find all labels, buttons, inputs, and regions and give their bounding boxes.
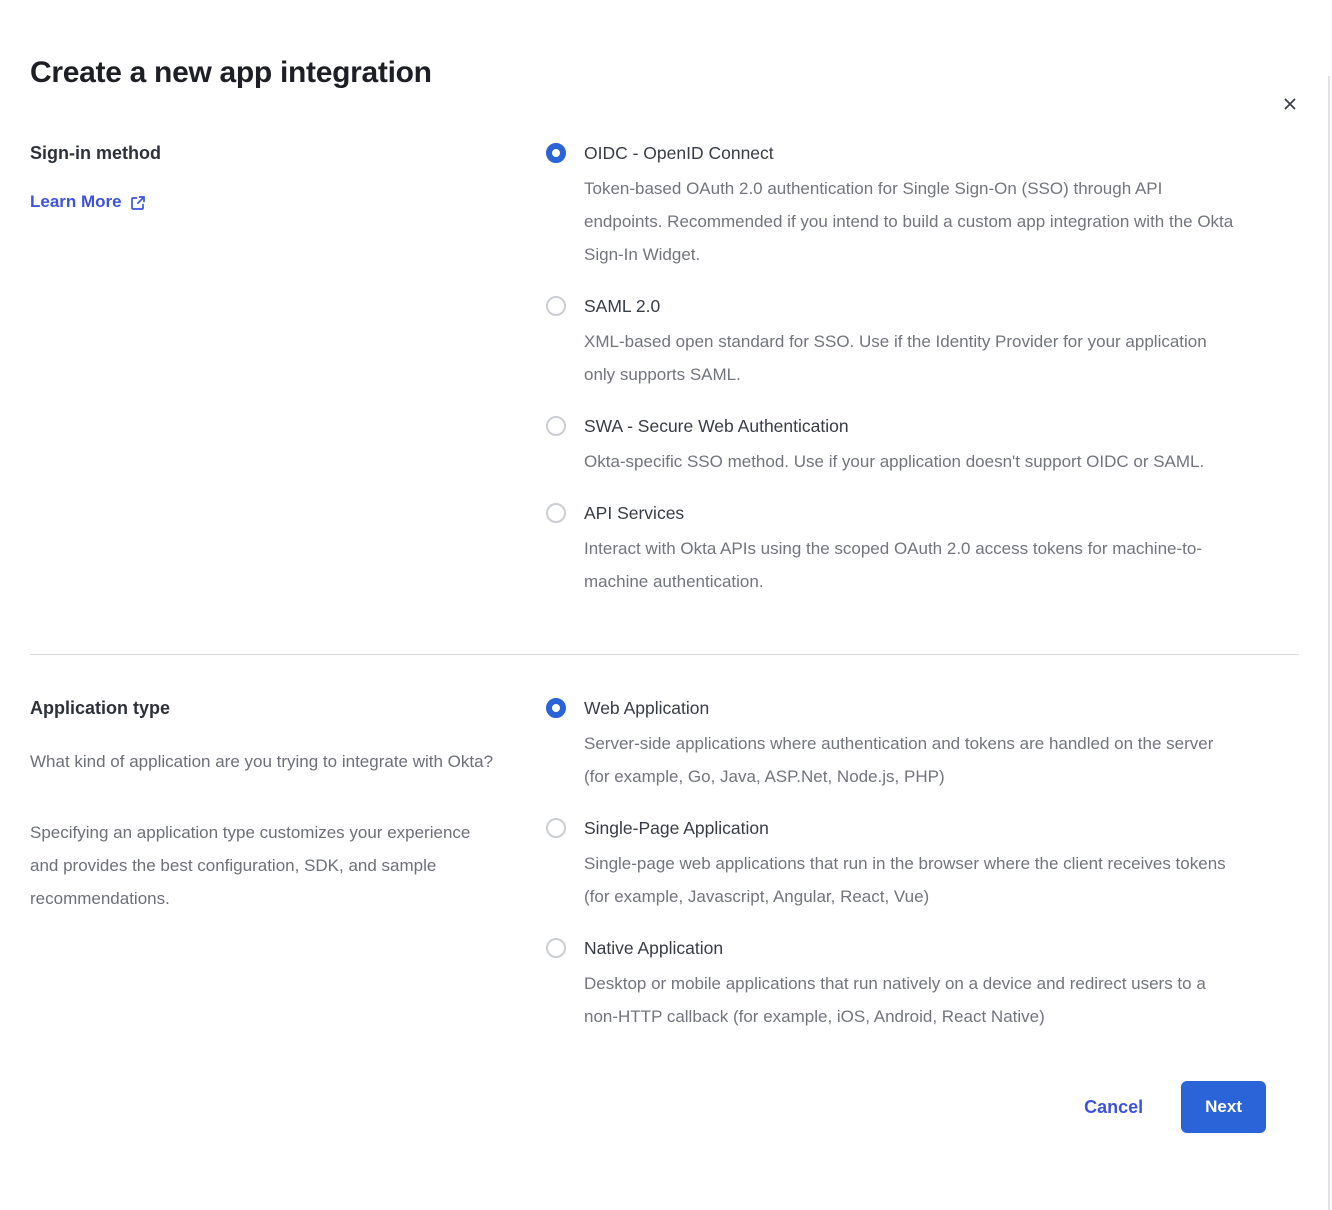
- option-label[interactable]: SAML 2.0: [584, 293, 1234, 319]
- option-description: Single-page web applications that run in…: [584, 847, 1234, 913]
- signin-method-options: OIDC - OpenID Connect Token-based OAuth …: [546, 140, 1302, 598]
- option-description: Token-based OAuth 2.0 authentication for…: [584, 172, 1234, 271]
- application-type-section: Application type What kind of applicatio…: [30, 695, 1302, 1033]
- option-description: XML-based open standard for SSO. Use if …: [584, 325, 1234, 391]
- radio-button[interactable]: [546, 296, 566, 316]
- application-type-left-column: Application type What kind of applicatio…: [30, 695, 546, 1033]
- option-description: Interact with Okta APIs using the scoped…: [584, 532, 1234, 598]
- learn-more-label: Learn More: [30, 192, 122, 212]
- create-app-integration-modal: Create a new app integration Sign-in met…: [0, 54, 1332, 1133]
- signin-method-left-column: Sign-in method Learn More: [30, 140, 546, 598]
- radio-option[interactable]: SAML 2.0 XML-based open standard for SSO…: [546, 293, 1302, 391]
- radio-option[interactable]: OIDC - OpenID Connect Token-based OAuth …: [546, 140, 1302, 271]
- radio-option[interactable]: Web Application Server-side applications…: [546, 695, 1302, 793]
- radio-button[interactable]: [546, 143, 566, 163]
- help-paragraph: Specifying an application type customize…: [30, 816, 500, 915]
- radio-option[interactable]: API Services Interact with Okta APIs usi…: [546, 500, 1302, 598]
- option-label[interactable]: Web Application: [584, 695, 1234, 721]
- external-link-icon: [130, 194, 146, 211]
- option-label[interactable]: Single-Page Application: [584, 815, 1234, 841]
- radio-option[interactable]: Native Application Desktop or mobile app…: [546, 935, 1302, 1033]
- option-label[interactable]: SWA - Secure Web Authentication: [584, 413, 1204, 439]
- modal-right-edge: [1328, 76, 1330, 1210]
- next-button[interactable]: Next: [1181, 1081, 1266, 1133]
- cancel-button[interactable]: Cancel: [1084, 1097, 1143, 1118]
- radio-button[interactable]: [546, 416, 566, 436]
- close-button[interactable]: [1276, 90, 1304, 118]
- learn-more-link[interactable]: Learn More: [30, 192, 146, 212]
- modal-title: Create a new app integration: [30, 54, 1302, 92]
- application-type-help: What kind of application are you trying …: [30, 745, 546, 915]
- radio-option[interactable]: Single-Page Application Single-page web …: [546, 815, 1302, 913]
- radio-button[interactable]: [546, 503, 566, 523]
- radio-button[interactable]: [546, 698, 566, 718]
- option-label[interactable]: OIDC - OpenID Connect: [584, 140, 1234, 166]
- option-label[interactable]: Native Application: [584, 935, 1234, 961]
- signin-method-label: Sign-in method: [30, 140, 546, 166]
- option-label[interactable]: API Services: [584, 500, 1234, 526]
- option-description: Server-side applications where authentic…: [584, 727, 1234, 793]
- close-icon: [1281, 95, 1299, 113]
- application-type-label: Application type: [30, 695, 546, 721]
- radio-button[interactable]: [546, 818, 566, 838]
- radio-option[interactable]: SWA - Secure Web Authentication Okta-spe…: [546, 413, 1302, 478]
- radio-button[interactable]: [546, 938, 566, 958]
- section-divider: [30, 654, 1299, 655]
- option-description: Desktop or mobile applications that run …: [584, 967, 1234, 1033]
- modal-footer: Cancel Next: [30, 1081, 1302, 1133]
- signin-method-section: Sign-in method Learn More OIDC -: [30, 140, 1302, 598]
- application-type-options: Web Application Server-side applications…: [546, 695, 1302, 1033]
- help-paragraph: What kind of application are you trying …: [30, 745, 500, 778]
- option-description: Okta-specific SSO method. Use if your ap…: [584, 445, 1204, 478]
